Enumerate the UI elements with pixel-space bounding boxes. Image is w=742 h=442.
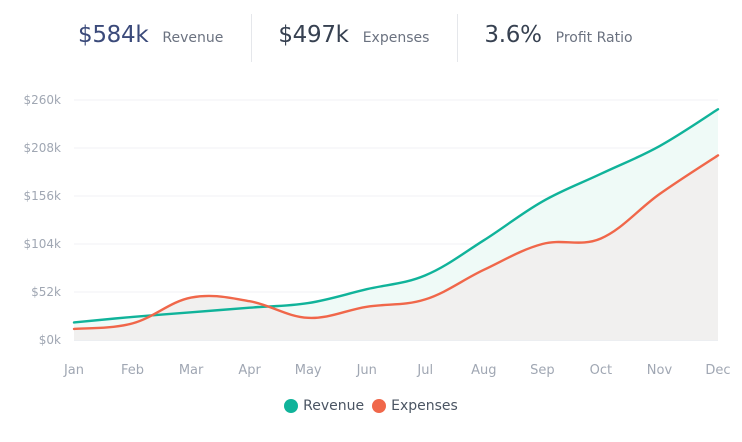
x-tick-label: Apr bbox=[238, 363, 261, 378]
x-tick-label: Feb bbox=[121, 363, 144, 378]
legend-item-revenue[interactable]: Revenue bbox=[284, 398, 364, 414]
x-tick-label: May bbox=[295, 363, 322, 378]
y-tick-label: $104k bbox=[24, 237, 62, 251]
y-tick-label: $208k bbox=[24, 141, 62, 155]
revenue-expenses-chart: $0k $52k $104k $156k $208k $260k Jan Feb Mar Apr… bbox=[24, 93, 731, 378]
chart-legend: Revenue Expenses bbox=[0, 398, 742, 414]
legend-label-revenue: Revenue bbox=[303, 398, 365, 414]
y-axis: $0k $52k $104k $156k $208k $260k bbox=[24, 93, 62, 347]
legend-marker-revenue bbox=[284, 399, 299, 413]
x-tick-label: Jan bbox=[63, 363, 84, 378]
legend-item-expenses[interactable]: Expenses bbox=[372, 398, 458, 414]
x-tick-label: Jul bbox=[416, 363, 433, 378]
y-tick-label: $260k bbox=[24, 93, 62, 107]
legend-marker-expenses bbox=[372, 399, 387, 413]
y-tick-label: $156k bbox=[24, 189, 62, 203]
x-axis: Jan Feb Mar Apr May Jun Jul Aug Sep Oct Nov Dec bbox=[63, 363, 731, 378]
y-tick-label: $52k bbox=[31, 285, 61, 299]
x-tick-label: Oct bbox=[590, 363, 612, 378]
legend-label-expenses: Expenses bbox=[391, 398, 458, 414]
y-tick-label: $0k bbox=[39, 333, 61, 347]
x-tick-label: Jun bbox=[356, 363, 377, 378]
x-tick-label: Sep bbox=[530, 363, 555, 378]
x-tick-label: Nov bbox=[647, 363, 673, 378]
x-tick-label: Mar bbox=[179, 363, 204, 378]
x-tick-label: Dec bbox=[705, 363, 730, 378]
x-tick-label: Aug bbox=[471, 363, 496, 378]
